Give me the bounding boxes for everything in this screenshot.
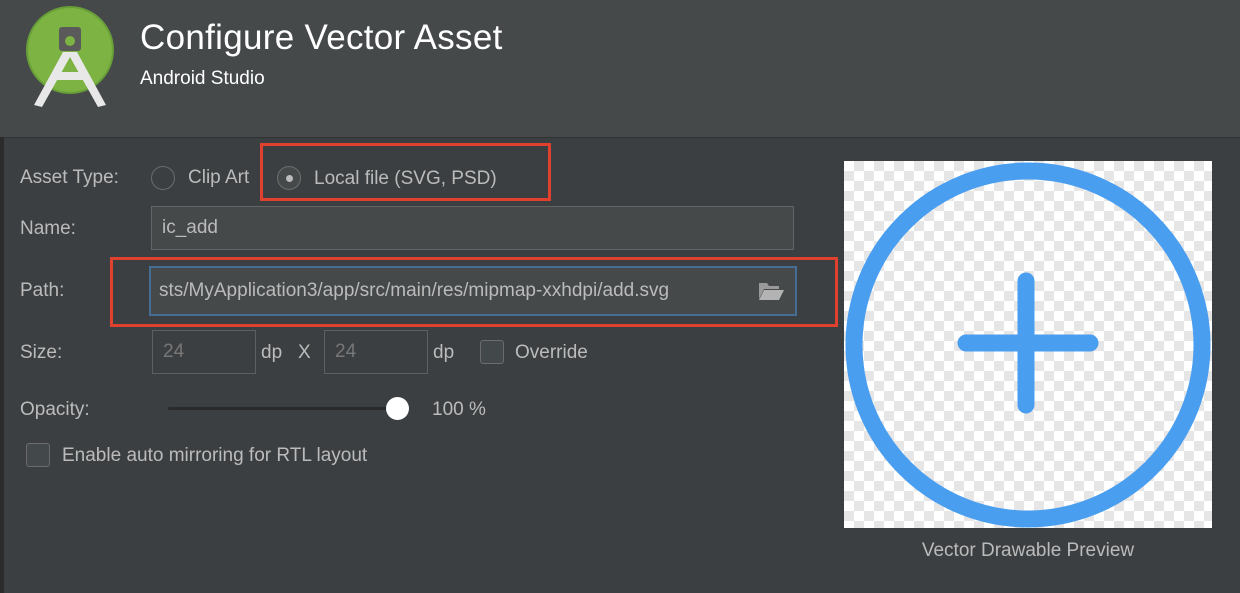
opacity-label: Opacity:: [20, 399, 90, 420]
size-width-unit: dp: [261, 342, 283, 363]
clip-art-radio[interactable]: [151, 166, 175, 190]
asset-type-label: Asset Type:: [20, 167, 119, 188]
dialog-header: Configure Vector Asset Android Studio: [0, 0, 1240, 138]
size-height-unit: dp: [433, 342, 455, 363]
override-checkbox[interactable]: [480, 340, 504, 364]
override-label[interactable]: Override: [515, 342, 588, 364]
window-edge: [0, 137, 4, 593]
opacity-slider-thumb[interactable]: [386, 397, 409, 420]
name-input[interactable]: ic_add: [151, 206, 794, 250]
preview-caption: Vector Drawable Preview: [921, 540, 1135, 561]
android-studio-logo-icon: [26, 6, 114, 107]
name-label: Name:: [20, 218, 76, 239]
size-width-input[interactable]: 24: [152, 330, 256, 374]
size-separator: X: [298, 342, 311, 363]
path-highlight-box: [110, 257, 838, 327]
opacity-slider-track[interactable]: [168, 407, 398, 410]
dialog-title: Configure Vector Asset: [140, 18, 503, 57]
dialog-subtitle: Android Studio: [140, 68, 265, 89]
path-label: Path:: [20, 280, 65, 301]
local-file-highlight-box: [260, 143, 551, 201]
vector-preview-panel: [844, 161, 1212, 528]
clip-art-label[interactable]: Clip Art: [188, 167, 249, 189]
auto-mirroring-label[interactable]: Enable auto mirroring for RTL layout: [62, 445, 367, 467]
auto-mirroring-checkbox[interactable]: [26, 443, 50, 467]
add-circle-icon: [845, 162, 1211, 528]
opacity-value: 100 %: [432, 399, 486, 420]
size-label: Size:: [20, 342, 63, 363]
size-height-input[interactable]: 24: [324, 330, 428, 374]
